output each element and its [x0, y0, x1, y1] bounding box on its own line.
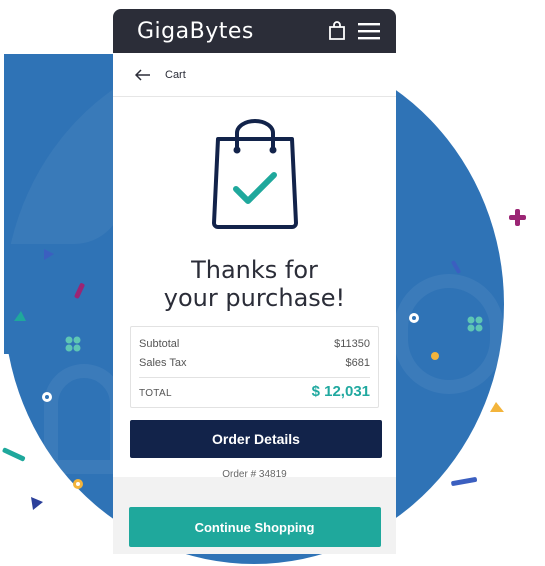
phone-screen: GigaBytes Cart Thanks for your purchase!… [113, 9, 396, 554]
order-details-button[interactable]: Order Details [130, 420, 382, 458]
brand-logo: GigaBytes [137, 18, 254, 44]
footer-area: Continue Shopping [113, 477, 396, 547]
order-summary: Subtotal $11350 Sales Tax $681 TOTAL $ 1… [130, 326, 379, 408]
arrow-left-icon[interactable] [135, 68, 151, 81]
top-navigation-bar: GigaBytes [113, 9, 396, 53]
total-row: TOTAL $ 12,031 [139, 377, 370, 403]
menu-icon[interactable] [358, 22, 380, 40]
sales-tax-row: Sales Tax $681 [139, 354, 370, 373]
subtotal-value: $11350 [334, 338, 370, 350]
confirmation-card: Thanks for your purchase! Subtotal $1135… [113, 97, 396, 480]
total-value: $ 12,031 [311, 383, 370, 400]
thank-you-heading: Thanks for your purchase! [163, 256, 346, 312]
continue-shopping-button[interactable]: Continue Shopping [128, 507, 381, 547]
shopping-bag-check-icon [208, 119, 302, 236]
total-label: TOTAL [139, 388, 172, 399]
page-title: Cart [165, 68, 186, 81]
subtotal-row: Subtotal $11350 [139, 335, 370, 354]
shopping-bag-icon[interactable] [328, 21, 346, 41]
sales-tax-value: $681 [345, 357, 370, 369]
subtotal-label: Subtotal [139, 338, 180, 350]
sales-tax-label: Sales Tax [139, 357, 187, 369]
page-header: Cart [113, 53, 396, 97]
